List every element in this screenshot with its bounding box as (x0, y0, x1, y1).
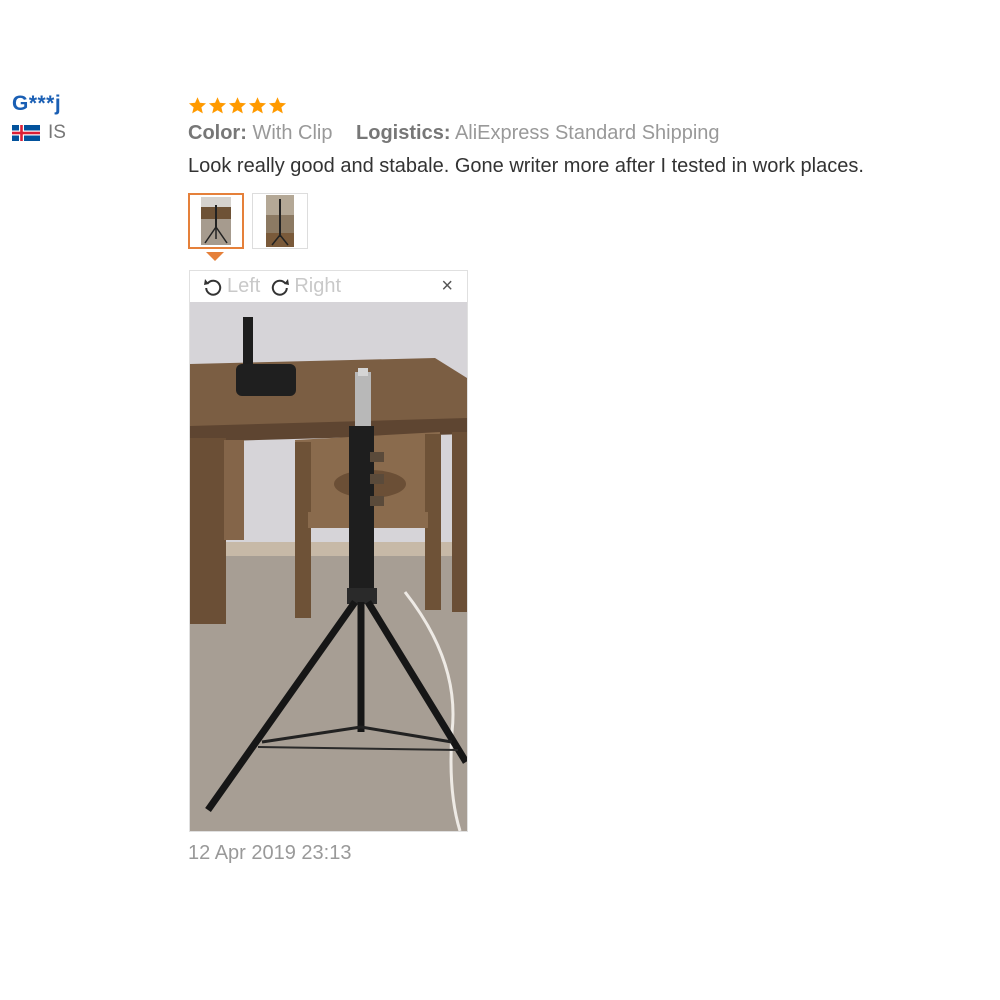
color-value: With Clip (252, 122, 333, 144)
tripod-photo-icon (266, 195, 294, 247)
rotate-right-icon (272, 278, 290, 296)
rotate-left-label: Left (227, 275, 261, 297)
star-icon (248, 96, 267, 113)
review-meta: Color: With Clip Logistics: AliExpress S… (188, 122, 988, 145)
image-viewer: Left Right × (189, 270, 468, 832)
photo-thumbnail-2[interactable] (252, 193, 308, 249)
star-icon (208, 96, 227, 113)
rotate-right-button[interactable]: Right (270, 275, 341, 298)
star-icon (228, 96, 247, 113)
star-icon (268, 96, 287, 113)
star-icon (188, 96, 207, 113)
color-label: Color: (188, 122, 247, 144)
star-rating (188, 94, 988, 116)
rotate-left-icon (204, 278, 222, 296)
logistics-label: Logistics: (356, 122, 451, 144)
tripod-photo-icon (201, 197, 231, 245)
review-text: Look really good and stabale. Gone write… (188, 155, 864, 177)
selected-thumbnail-pointer (206, 252, 224, 261)
country-code: IS (48, 122, 66, 143)
review-content: Color: With Clip Logistics: AliExpress S… (188, 94, 988, 178)
reviewer-name: G***j (12, 92, 62, 115)
review-date: 12 Apr 2019 23:13 (188, 842, 352, 864)
reviewer-info: G***j IS (12, 92, 66, 144)
review-photo[interactable] (190, 302, 467, 831)
rotate-right-label: Right (294, 275, 342, 297)
reviewer-country: IS (12, 122, 66, 144)
iceland-flag-icon (12, 125, 40, 141)
logistics-value: AliExpress Standard Shipping (454, 122, 720, 144)
close-viewer-button[interactable]: × (441, 276, 453, 296)
photo-thumbnail-1[interactable] (188, 193, 244, 249)
viewer-toolbar: Left Right × (190, 271, 467, 302)
photo-thumbnails (188, 193, 308, 249)
rotate-left-button[interactable]: Left (203, 275, 260, 298)
